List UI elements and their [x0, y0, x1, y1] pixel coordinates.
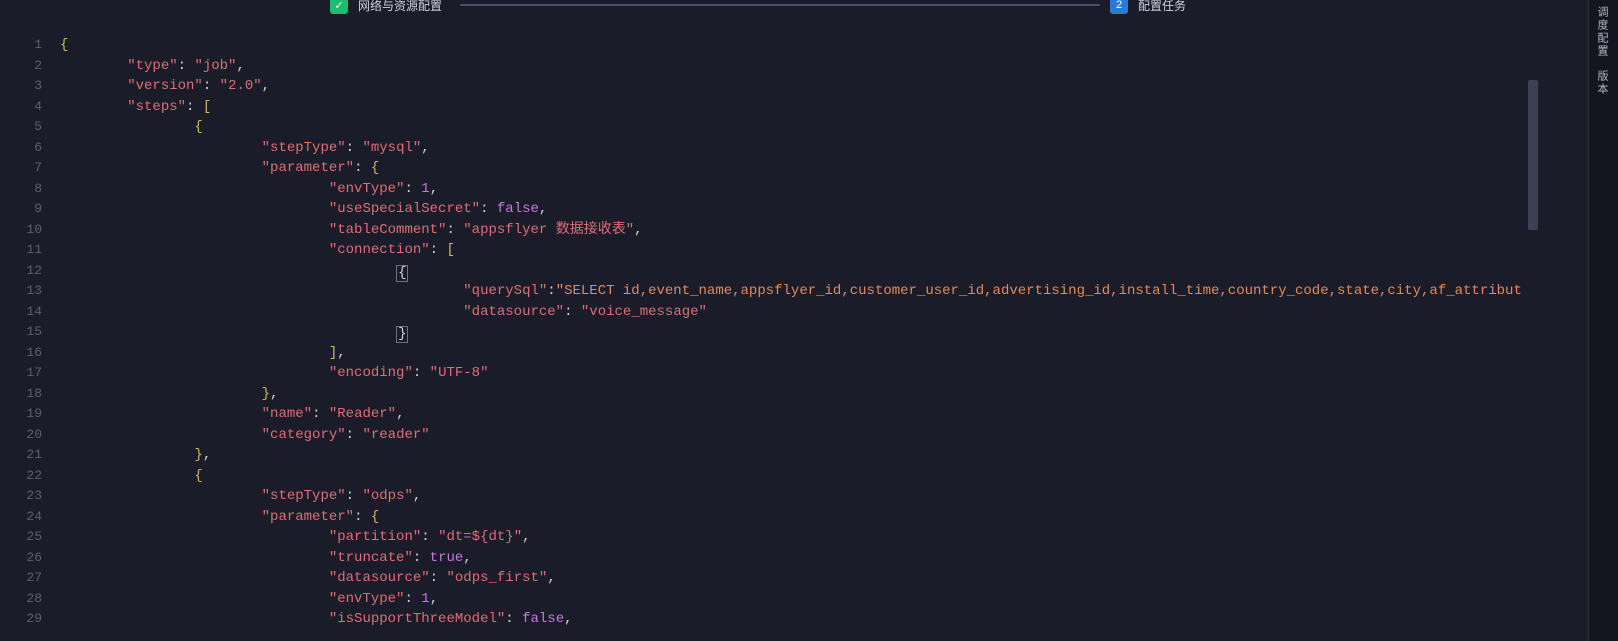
code-line[interactable]: ], [60, 343, 1540, 364]
code-line[interactable]: "tableComment": "appsflyer 数据接收表", [60, 220, 1540, 241]
line-number: 19 [0, 404, 42, 425]
line-number: 7 [0, 158, 42, 179]
code-line[interactable]: "datasource": "odps_first", [60, 568, 1540, 589]
line-number: 26 [0, 548, 42, 569]
code-line[interactable]: }, [60, 445, 1540, 466]
line-number: 5 [0, 117, 42, 138]
line-number: 6 [0, 138, 42, 159]
code-line[interactable]: "stepType": "mysql", [60, 138, 1540, 159]
line-number: 9 [0, 199, 42, 220]
sidebar-tab-schedule[interactable]: 调度配置 [1589, 0, 1618, 64]
code-line[interactable]: "version": "2.0", [60, 76, 1540, 97]
sidebar-tab-versions[interactable]: 版本 [1589, 64, 1618, 102]
code-line[interactable]: "isSupportThreeModel": false, [60, 609, 1540, 630]
line-number: 8 [0, 179, 42, 200]
code-line[interactable]: } [60, 322, 1540, 343]
code-line[interactable]: "name": "Reader", [60, 404, 1540, 425]
step-2-badge: 2 [1110, 0, 1128, 14]
code-line[interactable]: { [60, 35, 1540, 56]
code-line[interactable]: "category": "reader" [60, 425, 1540, 446]
line-number: 2 [0, 56, 42, 77]
code-line[interactable]: "querySql":"SELECT id,event_name,appsfly… [60, 281, 1540, 302]
line-number: 3 [0, 76, 42, 97]
line-number: 21 [0, 445, 42, 466]
code-editor[interactable]: 1234567891011121314151617181920212223242… [0, 20, 1540, 641]
line-number: 29 [0, 609, 42, 630]
line-number: 13 [0, 281, 42, 302]
line-number: 15 [0, 322, 42, 343]
line-number: 11 [0, 240, 42, 261]
line-number: 17 [0, 363, 42, 384]
line-number: 20 [0, 425, 42, 446]
code-line[interactable]: "envType": 1, [60, 589, 1540, 610]
scrollbar-thumb[interactable] [1528, 80, 1538, 230]
line-number: 27 [0, 568, 42, 589]
code-line[interactable]: "truncate": true, [60, 548, 1540, 569]
code-line[interactable]: "steps": [ [60, 97, 1540, 118]
step-1-badge: ✓ [330, 0, 348, 14]
code-line[interactable]: "datasource": "voice_message" [60, 302, 1540, 323]
step-1-label[interactable]: 网络与资源配置 [358, 0, 442, 14]
line-number: 22 [0, 466, 42, 487]
line-number: 23 [0, 486, 42, 507]
line-number: 25 [0, 527, 42, 548]
line-number: 28 [0, 589, 42, 610]
code-line[interactable]: "type": "job", [60, 56, 1540, 77]
line-number: 1 [0, 35, 42, 56]
line-number: 14 [0, 302, 42, 323]
code-line[interactable]: "encoding": "UTF-8" [60, 363, 1540, 384]
step-connector [460, 4, 1100, 6]
code-line[interactable]: }, [60, 384, 1540, 405]
code-line[interactable]: "parameter": { [60, 507, 1540, 528]
code-line[interactable]: "parameter": { [60, 158, 1540, 179]
line-number: 12 [0, 261, 42, 282]
code-line[interactable]: { [60, 117, 1540, 138]
code-line[interactable]: "useSpecialSecret": false, [60, 199, 1540, 220]
code-line[interactable]: "connection": [ [60, 240, 1540, 261]
code-line[interactable]: { [60, 466, 1540, 487]
line-number: 10 [0, 220, 42, 241]
code-content[interactable]: { "type": "job", "version": "2.0", "step… [60, 20, 1540, 641]
line-number-gutter: 1234567891011121314151617181920212223242… [0, 20, 60, 641]
code-line[interactable]: "stepType": "odps", [60, 486, 1540, 507]
code-line[interactable]: "envType": 1, [60, 179, 1540, 200]
right-sidebar: 调度配置 版本 [1588, 0, 1618, 641]
line-number: 4 [0, 97, 42, 118]
line-number: 16 [0, 343, 42, 364]
step-2-label[interactable]: 配置任务 [1138, 0, 1186, 14]
line-number: 18 [0, 384, 42, 405]
code-line[interactable]: { [60, 261, 1540, 282]
wizard-steps-bar: ✓ 网络与资源配置 2 配置任务 [0, 0, 1618, 10]
code-line[interactable]: "partition": "dt=${dt}", [60, 527, 1540, 548]
scrollbar-track[interactable] [1522, 20, 1540, 641]
line-number: 24 [0, 507, 42, 528]
